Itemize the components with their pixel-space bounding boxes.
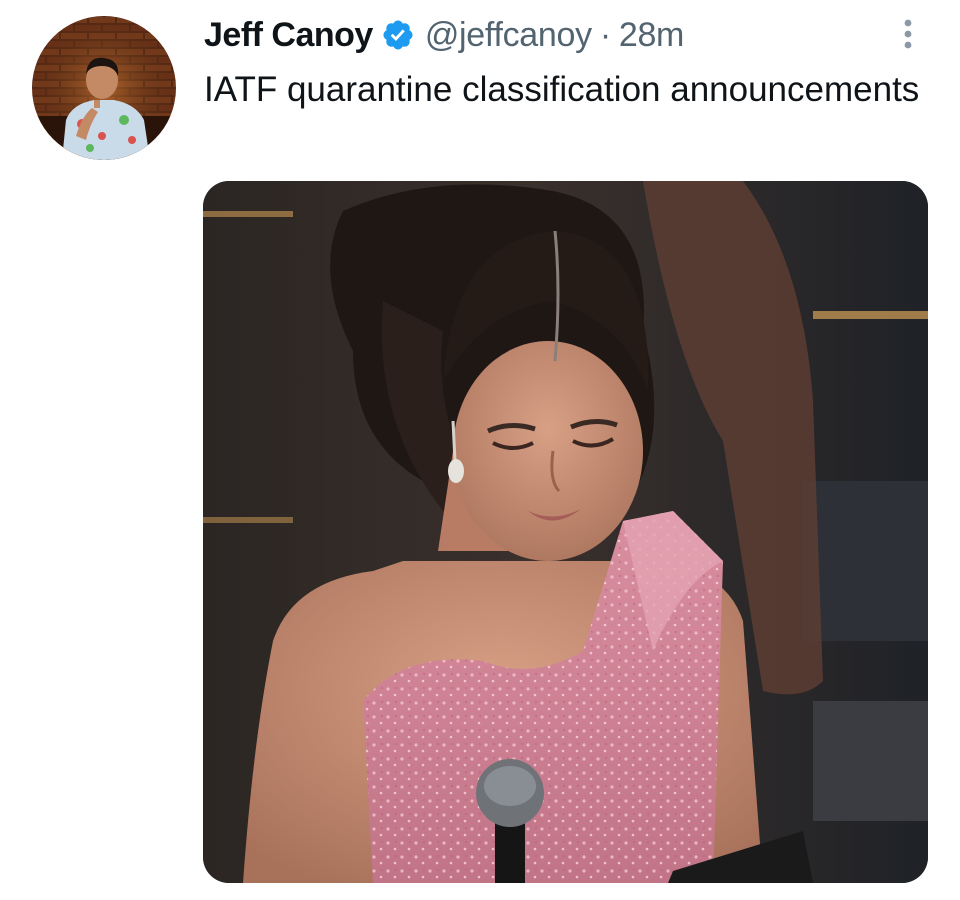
separator-dot: ·: [599, 15, 611, 54]
tweet-media-photo[interactable]: [203, 181, 928, 883]
author-name[interactable]: Jeff Canoy: [204, 16, 373, 55]
tweet: Jeff Canoy @jeffcanoy · 28m IATF quarant…: [0, 0, 960, 900]
verified-badge-icon: [381, 18, 415, 52]
author-handle[interactable]: @jeffcanoy: [425, 16, 592, 55]
avatar-photo: [32, 16, 176, 160]
more-options-button[interactable]: [888, 12, 928, 56]
avatar[interactable]: [32, 16, 176, 160]
tweet-header: Jeff Canoy @jeffcanoy · 28m: [204, 12, 684, 58]
more-vertical-icon: [904, 19, 912, 49]
photo-illustration: [203, 181, 928, 883]
tweet-timestamp[interactable]: 28m: [619, 16, 685, 55]
tweet-text: IATF quarantine classification announcem…: [204, 70, 920, 109]
